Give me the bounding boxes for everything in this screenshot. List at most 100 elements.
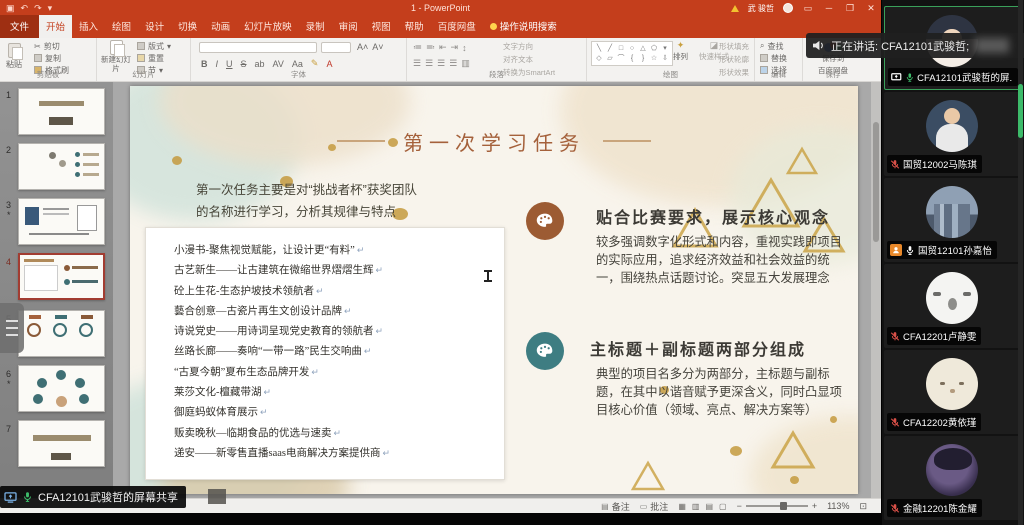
reading-view-button[interactable]: ▤ [705, 502, 713, 511]
shape-fill-button[interactable]: 形状填充 [719, 41, 749, 52]
screen-share-label[interactable]: CFA12101武骏哲的屏幕共享 [0, 486, 186, 508]
slideshow-view-button[interactable]: ▢ [719, 502, 727, 511]
zoom-percentage[interactable]: 113% [827, 501, 849, 511]
undo-icon[interactable]: ↶ [21, 3, 29, 14]
zoom-knob[interactable] [780, 502, 787, 510]
participant-tile[interactable]: CFA12201卢静雯 [884, 264, 1020, 348]
shape-outline-button[interactable]: 形状轮廓 [719, 54, 749, 65]
highlight-button[interactable]: ✎ [309, 58, 321, 69]
tab-draw[interactable]: 绘图 [105, 15, 138, 38]
tab-help[interactable]: 帮助 [398, 15, 431, 38]
decrease-indent-button[interactable]: ⇤ [439, 42, 447, 53]
text-direction-button[interactable]: 文字方向 [503, 41, 555, 52]
ribbon-display-options-icon[interactable]: ▭ [802, 3, 814, 14]
align-right-button[interactable]: ☰ [437, 58, 445, 69]
justify-button[interactable]: ☰ [449, 58, 457, 69]
thumbnail-slide-5[interactable] [18, 310, 105, 357]
layout-button[interactable]: 版式 ▾ [137, 41, 171, 51]
slide-title[interactable]: 第一次学习任务 [403, 127, 585, 156]
restore-button[interactable]: ❐ [844, 3, 856, 14]
tab-animations[interactable]: 动画 [204, 15, 237, 38]
change-case-button[interactable]: Aa [290, 59, 305, 69]
numbering-button[interactable]: ≕ [426, 42, 435, 53]
find-button[interactable]: ⌕查找 [760, 41, 787, 51]
thumbnail-slide-6[interactable] [18, 365, 105, 412]
zoom-track[interactable] [746, 505, 808, 507]
slide-intro[interactable]: 第一次任务主要是对“挑战者杯”获奖团队 的名称进行学习，分析其规律与特点 [196, 180, 417, 224]
shapes-gallery[interactable]: ╲╱□○△⬠▾ ◇▱⌒{}☆⇩ [591, 41, 673, 66]
sidebar-scrollbar-thumb[interactable] [1018, 84, 1023, 138]
reset-button[interactable]: 重置 [137, 53, 171, 63]
copy-button[interactable]: 复制 [34, 53, 69, 63]
tab-view[interactable]: 视图 [365, 15, 398, 38]
grow-font-button[interactable]: A˄ [357, 42, 368, 52]
comments-toggle[interactable]: ▭批注 [640, 500, 669, 513]
strikethrough-button[interactable]: S [239, 59, 249, 69]
slide-sorter-view-button[interactable]: ▥ [692, 502, 700, 511]
tab-insert[interactable]: 插入 [72, 15, 105, 38]
tab-review[interactable]: 审阅 [332, 15, 365, 38]
align-center-button[interactable]: ☰ [425, 58, 433, 69]
tab-record[interactable]: 录制 [299, 15, 332, 38]
account-name[interactable]: 武 骏哲 [748, 3, 774, 14]
slide-thumbnail-panel[interactable]: 1 2 [0, 82, 113, 498]
notes-toggle[interactable]: ▤备注 [601, 500, 630, 513]
columns-button[interactable]: ▥ [461, 58, 470, 69]
section-2-heading[interactable]: 主标题＋副标题两部分组成 [590, 336, 806, 360]
underline-button[interactable]: U [224, 59, 235, 69]
tab-design[interactable]: 设计 [138, 15, 171, 38]
italic-button[interactable]: I [214, 59, 221, 69]
arrange-button[interactable]: ✦ 排列 [673, 40, 688, 62]
bullets-button[interactable]: ≔ [413, 42, 422, 53]
minimize-button[interactable]: ─ [823, 3, 835, 13]
thumbnail-slide-2[interactable] [18, 143, 105, 190]
save-icon[interactable]: ▣ [6, 3, 15, 14]
text-shadow-button[interactable]: ab [253, 59, 267, 69]
sidebar-scrollbar[interactable] [1018, 0, 1023, 525]
zoom-out-icon[interactable]: − [737, 501, 742, 511]
canvas-scrollbar[interactable] [871, 82, 881, 498]
align-left-button[interactable]: ☰ [413, 58, 421, 69]
slide-4-editing-surface[interactable]: 第一次学习任务 第一次任务主要是对“挑战者杯”获奖团队 的名称进行学习，分析其规… [130, 86, 858, 494]
tab-slideshow[interactable]: 幻灯片放映 [237, 15, 299, 38]
zoom-in-icon[interactable]: + [812, 501, 817, 511]
account-avatar[interactable] [783, 3, 793, 13]
participant-tile[interactable]: 金融12201陈金耀 [884, 436, 1020, 520]
zoom-slider[interactable]: − + [737, 501, 818, 511]
participant-tile[interactable]: 国贸12002马陈琪 [884, 92, 1020, 176]
tab-baidu-netdisk[interactable]: 百度网盘 [431, 15, 483, 38]
tab-file[interactable]: 文件 [0, 15, 39, 38]
font-name-input[interactable] [199, 42, 317, 53]
tab-transitions[interactable]: 切换 [171, 15, 204, 38]
font-color-button[interactable]: A [324, 59, 334, 69]
thumbnail-slide-7[interactable] [18, 420, 105, 467]
thumbnail-slide-1[interactable] [18, 88, 105, 135]
normal-view-button[interactable]: ▦ [678, 502, 686, 511]
team-name-document[interactable]: 小漫书-聚焦视觉赋能，让设计更“有料”↵ 古艺新生——让古建筑在微缩世界熠熠生辉… [145, 227, 505, 480]
tell-me-search[interactable]: 操作说明搜索 [483, 15, 564, 38]
fit-slide-icon[interactable]: ⊡ [859, 501, 867, 512]
thumbnail-slide-3[interactable] [18, 198, 105, 245]
section-2-body[interactable]: 典型的项目名多分为两部分，主标题与副标题，在其中以谐音赋予更深含义，同时凸显项目… [596, 366, 852, 419]
close-button[interactable]: ✕ [865, 3, 877, 14]
quick-access-toolbar[interactable]: ▣ ↶ ↷ ▾ [6, 3, 52, 14]
bold-button[interactable]: B [199, 59, 210, 69]
replace-button[interactable]: 替换 [760, 53, 787, 63]
paste-button[interactable]: 粘贴 [6, 40, 22, 70]
section-1-heading[interactable]: 贴合比赛要求，展示核心观念 [596, 204, 830, 228]
align-text-button[interactable]: 对齐文本 [503, 54, 555, 65]
section-1-body[interactable]: 较多强调数字化形式和内容，重视实践即项目的实际应用，追求经济效益和社会效益的统一… [596, 234, 852, 287]
thumbnail-slide-4-selected[interactable] [18, 253, 105, 300]
scrollbar-thumb[interactable] [873, 122, 879, 242]
tab-home[interactable]: 开始 [39, 15, 72, 38]
participant-tile[interactable]: CFA12202黄依瑾 [884, 350, 1020, 434]
cut-button[interactable]: ✂剪切 [34, 41, 69, 51]
warning-icon[interactable] [731, 5, 739, 12]
font-size-input[interactable] [321, 42, 351, 53]
qat-customize-icon[interactable]: ▾ [48, 3, 53, 14]
participant-tile[interactable]: 国贸12101孙嘉怡 [884, 178, 1020, 262]
line-spacing-button[interactable]: ↕ [462, 43, 467, 53]
shrink-font-button[interactable]: A˅ [372, 42, 383, 52]
redo-icon[interactable]: ↷ [34, 3, 42, 14]
character-spacing-button[interactable]: AV [271, 59, 286, 69]
